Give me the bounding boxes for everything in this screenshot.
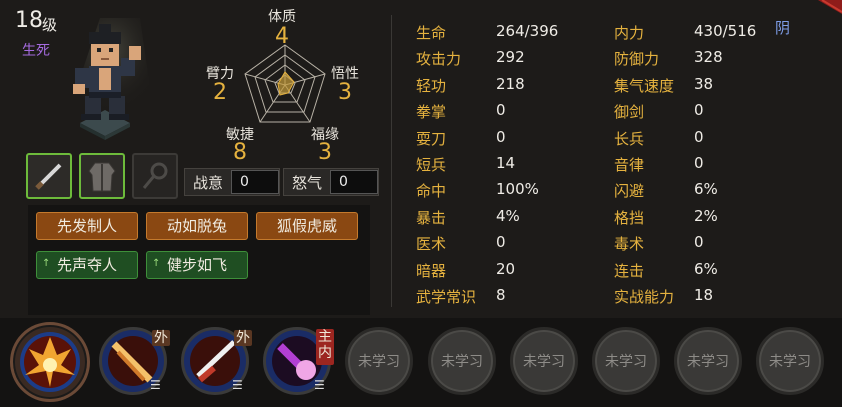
stat-label: 毒术 xyxy=(614,235,645,254)
up-arrow-icon: ↑ xyxy=(42,258,51,269)
stat-value: 6% xyxy=(694,180,718,199)
stat-label: 攻击力 xyxy=(416,50,462,69)
skill-slot-locked[interactable]: 未学习 xyxy=(510,327,578,395)
stat-value: 2% xyxy=(694,206,718,225)
stat-label: 内力 xyxy=(614,24,645,42)
trait-label: 健步如飞 xyxy=(166,256,227,274)
stat-value: 20 xyxy=(496,259,516,278)
accessory-slot[interactable] xyxy=(132,153,178,199)
stat-value: 4% xyxy=(496,206,520,225)
fighting-spirit-value: 0 xyxy=(231,170,279,194)
stat-value: 6% xyxy=(694,259,718,278)
attribute-radar xyxy=(244,44,326,123)
trait-chip[interactable]: 先发制人 xyxy=(36,212,138,240)
flame-fist-icon xyxy=(20,332,80,392)
skill-tag: 外 xyxy=(152,330,170,346)
weapon-slot[interactable] xyxy=(26,153,72,199)
stat-label: 医术 xyxy=(416,235,447,254)
trait-chip[interactable]: ↑ 健步如飞 xyxy=(146,251,248,279)
trait-chip[interactable]: 狐假虎威 xyxy=(256,212,358,240)
stat-label: 短兵 xyxy=(416,156,447,174)
fighting-spirit-meter: 战意 0 xyxy=(184,168,280,196)
rage-label: 怒气 xyxy=(292,173,323,192)
stat-label: 音律 xyxy=(614,156,645,174)
level-number: 18 xyxy=(15,8,43,33)
stat-label: 长兵 xyxy=(614,129,645,148)
stat-value: 0 xyxy=(496,101,506,120)
stat-value: 38 xyxy=(694,74,714,93)
character-portrait[interactable] xyxy=(45,18,165,143)
attr-value-constitution: 4 xyxy=(275,24,289,49)
stat-value: 0 xyxy=(694,154,704,172)
stat-value: 218 xyxy=(496,74,525,93)
alignment-label: 阴 xyxy=(775,19,791,37)
stat-value: 8 xyxy=(496,286,506,304)
skill-tag: 主 内 xyxy=(316,329,334,365)
attr-name-constitution: 体质 xyxy=(268,9,296,25)
stat-label: 防御力 xyxy=(614,50,660,69)
stat-label: 御剑 xyxy=(614,103,645,122)
fighting-spirit-label: 战意 xyxy=(193,173,224,192)
rage-meter: 怒气 0 xyxy=(283,168,379,196)
skill-tag: 外 xyxy=(234,330,252,346)
accessory-icon xyxy=(142,162,168,189)
skill-slot-locked[interactable]: 未学习 xyxy=(756,327,824,395)
stat-value: 0 xyxy=(694,127,704,146)
stat-value: 264/396 xyxy=(496,22,559,40)
sword-icon xyxy=(35,163,62,190)
stat-value: 0 xyxy=(496,127,506,146)
skill-slot-locked[interactable]: 未学习 xyxy=(674,327,742,395)
skill-tag-main: 主 xyxy=(318,329,332,345)
attr-value-insight: 3 xyxy=(338,80,352,105)
trait-chip[interactable]: 动如脱兔 xyxy=(146,212,248,240)
stat-label: 命中 xyxy=(416,182,447,201)
stat-value: 0 xyxy=(496,233,506,252)
skill-level-marks: ☰ xyxy=(232,378,243,392)
stat-label: 暗器 xyxy=(416,261,447,280)
stat-value: 328 xyxy=(694,48,723,67)
stat-value: 0 xyxy=(694,101,704,120)
stat-label: 暴击 xyxy=(416,208,447,227)
stat-label: 武学常识 xyxy=(416,288,477,306)
skill-slot-1[interactable] xyxy=(10,322,90,402)
stat-value: 18 xyxy=(694,286,714,304)
rage-value: 0 xyxy=(330,170,378,194)
stat-label: 集气速度 xyxy=(614,76,675,95)
stat-label: 闪避 xyxy=(614,182,645,201)
stat-label: 连击 xyxy=(614,261,645,280)
stat-value: 292 xyxy=(496,48,525,67)
trait-chip[interactable]: ↑ 先声夺人 xyxy=(36,251,138,279)
panel-divider xyxy=(391,15,392,307)
skill-tag-inner: 内 xyxy=(318,345,332,361)
stat-value: 0 xyxy=(694,233,704,252)
attr-value-agility: 8 xyxy=(233,140,247,165)
trait-label: 先声夺人 xyxy=(56,256,117,274)
stat-label: 耍刀 xyxy=(416,129,447,148)
stat-value: 430/516 xyxy=(694,22,757,40)
stat-label: 生命 xyxy=(416,24,447,42)
attr-value-strength: 2 xyxy=(213,80,227,105)
robe-icon xyxy=(88,162,116,192)
attr-value-luck: 3 xyxy=(318,140,332,165)
up-arrow-icon: ↑ xyxy=(152,258,161,269)
skill-slot-locked[interactable]: 未学习 xyxy=(345,327,413,395)
stat-label: 格挡 xyxy=(614,208,645,227)
skill-slot-locked[interactable]: 未学习 xyxy=(428,327,496,395)
skill-slot-locked[interactable]: 未学习 xyxy=(592,327,660,395)
stat-label: 实战能力 xyxy=(614,288,675,306)
stat-value: 14 xyxy=(496,154,516,172)
stat-label: 轻功 xyxy=(416,76,447,95)
armor-slot[interactable] xyxy=(79,153,125,199)
stat-value: 100% xyxy=(496,180,539,199)
corner-ornament-icon xyxy=(818,0,842,14)
skill-level-marks: ☰ xyxy=(314,378,325,392)
stat-label: 拳掌 xyxy=(416,103,447,122)
skill-level-marks: ☰ xyxy=(150,378,161,392)
